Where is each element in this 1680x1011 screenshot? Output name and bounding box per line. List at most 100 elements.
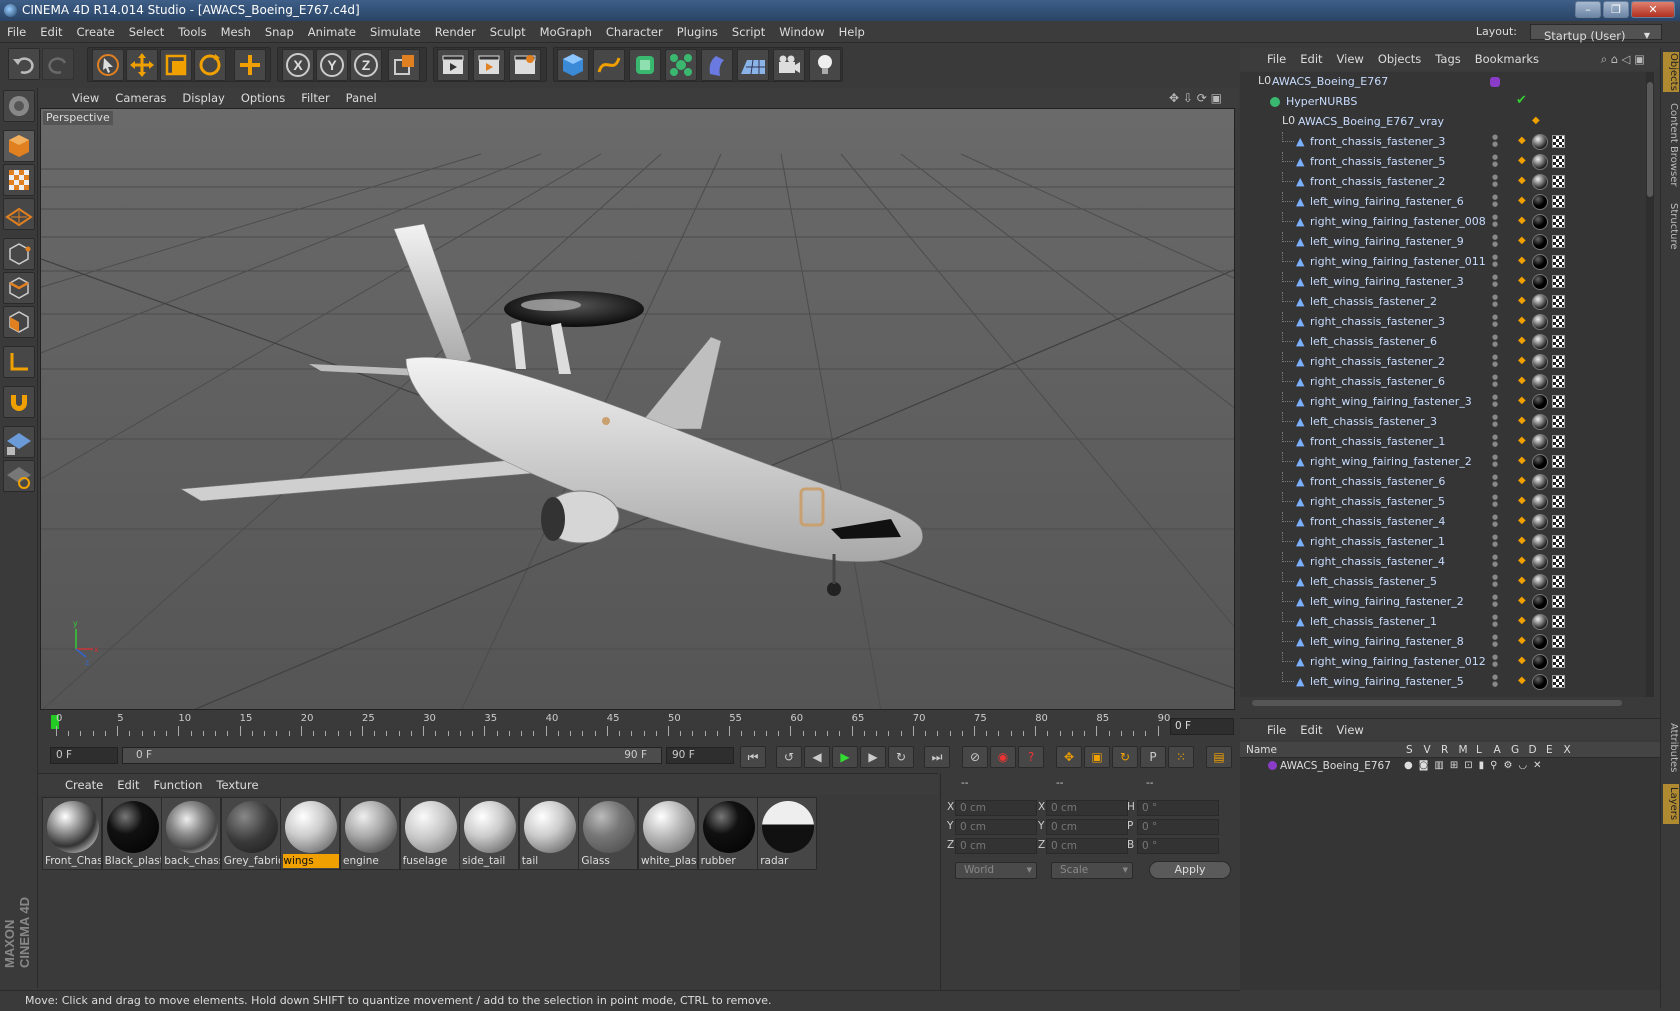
menu-mograph[interactable]: MoGraph	[533, 21, 599, 43]
layer-column-header[interactable]: L	[1476, 742, 1482, 758]
coord-value-field[interactable]: 0 °	[1137, 800, 1219, 816]
end-frame-field[interactable]: 90 F	[666, 747, 734, 764]
scheme-settings-button[interactable]: ▤	[1206, 746, 1232, 768]
record-scale-button[interactable]: ▣	[1084, 746, 1110, 768]
go-to-end-button[interactable]: ⏭	[924, 746, 950, 768]
checker-tag-icon[interactable]	[1552, 155, 1565, 168]
tree-row[interactable]: ▲ right_wing_fairing_fastener_2 ● ● ◆	[1240, 452, 1652, 472]
axis-mode-button[interactable]	[3, 346, 35, 378]
layer-column-header[interactable]: R	[1441, 742, 1448, 758]
previous-key-button[interactable]: ↺	[776, 746, 802, 768]
layer-row[interactable]: AWACS_Boeing_E767 ●◙▥⊞⊡▮⚲⚙◡✕	[1240, 758, 1652, 774]
checker-tag-icon[interactable]	[1552, 375, 1565, 388]
checker-tag-icon[interactable]	[1552, 635, 1565, 648]
objects-menu-edit[interactable]: Edit	[1293, 48, 1329, 70]
visibility-dots-icon[interactable]: ● ●	[1492, 414, 1498, 428]
tab-structure[interactable]: Structure	[1663, 198, 1679, 254]
tree-object-name[interactable]: right_chassis_fastener_2	[1310, 352, 1445, 372]
material-tag-icon[interactable]	[1532, 494, 1548, 510]
tree-object-name[interactable]: left_chassis_fastener_6	[1310, 332, 1437, 352]
visibility-dots-icon[interactable]: ● ●	[1492, 254, 1498, 268]
menu-character[interactable]: Character	[599, 21, 670, 43]
material-swatch[interactable]: Black_plast	[101, 797, 162, 870]
enable-workplane-button[interactable]	[3, 426, 35, 458]
record-position-button[interactable]: ✥	[1056, 746, 1082, 768]
menu-create[interactable]: Create	[70, 21, 122, 43]
tree-object-name[interactable]: right_chassis_fastener_4	[1310, 552, 1445, 572]
coord-value-field[interactable]: 0 cm	[955, 819, 1037, 835]
layer-column-header[interactable]: V	[1424, 742, 1431, 758]
record-parameter-button[interactable]: P	[1140, 746, 1166, 768]
material-tag-icon[interactable]	[1532, 394, 1548, 410]
checker-tag-icon[interactable]	[1552, 355, 1565, 368]
layer-column-header[interactable]: S	[1406, 742, 1413, 758]
material-swatch[interactable]: Front_Chas	[42, 797, 102, 870]
tree-object-name[interactable]: left_wing_fairing_fastener_3	[1310, 272, 1464, 292]
checker-tag-icon[interactable]	[1552, 295, 1565, 308]
tree-row[interactable]: ▲ left_chassis_fastener_6 ● ● ◆	[1240, 332, 1652, 352]
objects-menu-objects[interactable]: Objects	[1371, 48, 1428, 70]
tree-object-name[interactable]: right_wing_fairing_fastener_2	[1310, 452, 1472, 472]
deformer-button[interactable]	[701, 49, 733, 81]
coord-value-field[interactable]: 0 cm	[1046, 800, 1128, 816]
tree-row[interactable]: ▲ right_chassis_fastener_3 ● ● ◆	[1240, 312, 1652, 332]
material-menu-function[interactable]: Function	[147, 774, 210, 796]
previous-frame-button[interactable]: ◀	[804, 746, 830, 768]
tree-object-name[interactable]: front_chassis_fastener_3	[1310, 132, 1445, 152]
layers-menu-view[interactable]: View	[1330, 719, 1371, 741]
material-swatch[interactable]: radar	[757, 797, 818, 870]
tree-row[interactable]: ▲ front_chassis_fastener_6 ● ● ◆	[1240, 472, 1652, 492]
viewport-menu-filter[interactable]: Filter	[293, 88, 337, 108]
tree-row[interactable]: ▲ right_wing_fairing_fastener_3 ● ● ◆	[1240, 392, 1652, 412]
checker-tag-icon[interactable]	[1552, 455, 1565, 468]
layer-column-header[interactable]: D	[1529, 742, 1537, 758]
objects-menu-tags[interactable]: Tags	[1428, 48, 1467, 70]
layers-menu-file[interactable]: File	[1260, 719, 1293, 741]
visibility-dots-icon[interactable]: ● ●	[1492, 274, 1498, 288]
tree-row-root[interactable]: AWACS_Boeing_E767 L0	[1240, 72, 1652, 92]
menu-tools[interactable]: Tools	[171, 21, 213, 43]
menu-simulate[interactable]: Simulate	[363, 21, 428, 43]
menu-help[interactable]: Help	[832, 21, 872, 43]
camera-button[interactable]	[773, 49, 805, 81]
tree-row[interactable]: ▲ front_chassis_fastener_5 ● ● ◆	[1240, 152, 1652, 172]
tree-row[interactable]: ▲ left_wing_fairing_fastener_8 ● ● ◆	[1240, 632, 1652, 652]
checker-tag-icon[interactable]	[1552, 615, 1565, 628]
objects-menu-file[interactable]: File	[1260, 48, 1293, 70]
record-pla-button[interactable]: ⁙	[1168, 746, 1194, 768]
tree-row[interactable]: ▲ left_wing_fairing_fastener_5 ● ● ◆	[1240, 672, 1652, 692]
tree-object-name[interactable]: left_wing_fairing_fastener_6	[1310, 192, 1464, 212]
tree-row[interactable]: ▲ right_chassis_fastener_4 ● ● ◆	[1240, 552, 1652, 572]
coord-value-field[interactable]: 0 cm	[1046, 819, 1128, 835]
tree-row[interactable]: ▲ front_chassis_fastener_3 ● ● ◆	[1240, 132, 1652, 152]
viewport-nav-icons[interactable]: ✥ ⇩ ⟳ ▣	[1161, 88, 1230, 108]
visibility-dots-icon[interactable]: ● ●	[1492, 134, 1498, 148]
cube-object-button[interactable]	[557, 49, 589, 81]
tree-hypernurbs-name[interactable]: HyperNURBS	[1286, 92, 1357, 112]
coord-value-field[interactable]: 0 °	[1137, 819, 1219, 835]
render-settings-button[interactable]	[509, 49, 541, 81]
tree-object-name[interactable]: front_chassis_fastener_4	[1310, 512, 1445, 532]
checker-tag-icon[interactable]	[1552, 475, 1565, 488]
checker-tag-icon[interactable]	[1552, 655, 1565, 668]
menu-render[interactable]: Render	[428, 21, 483, 43]
tree-row[interactable]: ▲ right_wing_fairing_fastener_012 ● ● ◆	[1240, 652, 1652, 672]
visibility-dots-icon[interactable]: ● ●	[1492, 354, 1498, 368]
visibility-dots-icon[interactable]: ● ●	[1492, 154, 1498, 168]
tree-row[interactable]: ▲ right_chassis_fastener_5 ● ● ◆	[1240, 492, 1652, 512]
visibility-dots-icon[interactable]: ● ●	[1492, 234, 1498, 248]
play-button[interactable]: ▶	[832, 746, 858, 768]
layer-column-header[interactable]: M	[1459, 742, 1468, 758]
checker-tag-icon[interactable]	[1552, 435, 1565, 448]
render-view-button[interactable]	[437, 49, 469, 81]
material-swatch[interactable]: Grey_fabric	[220, 797, 281, 870]
layer-name[interactable]: AWACS_Boeing_E767	[1280, 758, 1391, 774]
material-tag-icon[interactable]	[1532, 254, 1548, 270]
tab-content-browser[interactable]: Content Browser	[1663, 100, 1679, 190]
keyframe-selection-button[interactable]: ?	[1018, 746, 1044, 768]
visibility-dots-icon[interactable]: ● ●	[1492, 534, 1498, 548]
visibility-dots-icon[interactable]: ● ●	[1492, 454, 1498, 468]
visibility-dots-icon[interactable]: ● ●	[1492, 474, 1498, 488]
apply-button[interactable]: Apply	[1149, 861, 1231, 879]
workplane-mode-button[interactable]	[3, 198, 35, 230]
